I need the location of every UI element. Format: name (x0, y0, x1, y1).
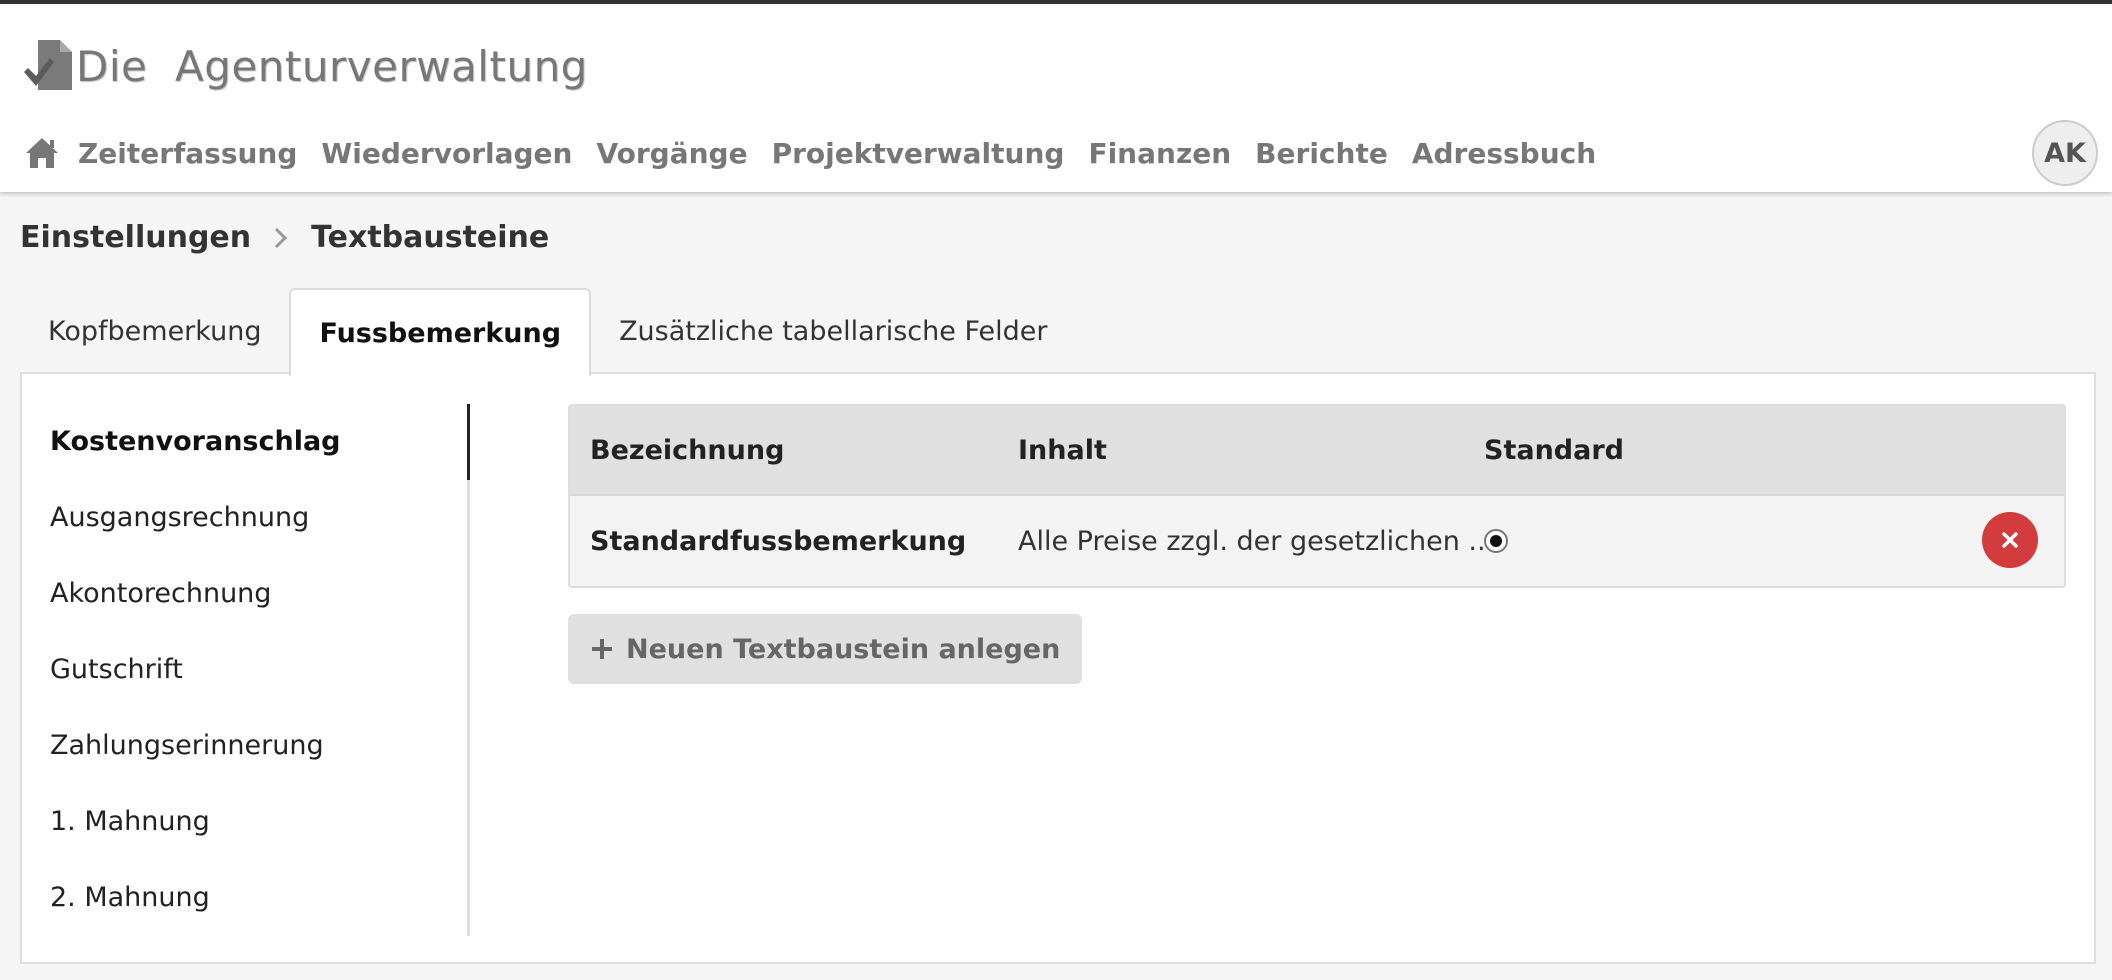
delete-button[interactable] (1982, 512, 2038, 568)
subnav-item-kostenvoranschlag[interactable]: Kostenvoranschlag (22, 404, 470, 480)
add-button-label: Neuen Textbaustein anlegen (626, 633, 1061, 665)
tab-bar: Kopfbemerkung Fussbemerkung Zusätzliche … (20, 288, 1075, 376)
cell-bezeichnung: Standardfussbemerkung (590, 525, 967, 557)
close-icon (2002, 532, 2018, 548)
top-bar: Die Agenturverwaltung Zeiterfassung Wied… (0, 0, 2112, 192)
add-textbaustein-button[interactable]: Neuen Textbaustein anlegen (568, 614, 1083, 684)
nav-item-berichte[interactable]: Berichte (1255, 137, 1388, 170)
cell-standard (1484, 529, 1784, 553)
home-icon[interactable] (24, 136, 60, 170)
nav-item-vorgaenge[interactable]: Vorgänge (596, 137, 747, 170)
subnav-item-zahlungserinnerung[interactable]: Zahlungserinnerung (22, 708, 467, 784)
nav-item-projektverwaltung[interactable]: Projektverwaltung (772, 137, 1065, 170)
column-header-inhalt: Inhalt (1018, 434, 1107, 466)
subnav-item-1-mahnung[interactable]: 1. Mahnung (22, 784, 467, 860)
main-nav: Zeiterfassung Wiedervorlagen Vorgänge Pr… (24, 130, 1620, 176)
nav-item-finanzen[interactable]: Finanzen (1088, 137, 1231, 170)
app-title: Die Agenturverwaltung (76, 41, 588, 91)
subnav-item-akontorechnung[interactable]: Akontorechnung (22, 556, 467, 632)
table-header: Bezeichnung Inhalt Standard (570, 406, 2064, 494)
document-type-nav: Kostenvoranschlag Ausgangsrechnung Akont… (22, 404, 470, 936)
tab-fussbemerkung[interactable]: Fussbemerkung (289, 288, 592, 376)
breadcrumb: Einstellungen Textbausteine (20, 220, 549, 255)
breadcrumb-einstellungen[interactable]: Einstellungen (20, 220, 251, 255)
breadcrumb-current: Textbausteine (311, 220, 550, 255)
user-avatar[interactable]: AK (2032, 120, 2098, 186)
plus-icon (592, 639, 612, 659)
app-logo[interactable]: Die Agenturverwaltung (24, 34, 588, 98)
document-logo-icon (24, 40, 72, 90)
column-header-standard: Standard (1484, 434, 1624, 466)
column-header-bezeichnung: Bezeichnung (590, 434, 785, 466)
tab-kopfbemerkung[interactable]: Kopfbemerkung (20, 288, 289, 374)
nav-item-adressbuch[interactable]: Adressbuch (1412, 137, 1596, 170)
nav-item-wiedervorlagen[interactable]: Wiedervorlagen (321, 137, 572, 170)
chevron-right-icon (275, 227, 288, 248)
table-row[interactable]: Standardfussbemerkung Alle Preise zzgl. … (570, 494, 2064, 586)
standard-radio[interactable] (1484, 529, 1508, 553)
content-panel: Kostenvoranschlag Ausgangsrechnung Akont… (20, 372, 2096, 964)
radio-selected-dot (1490, 535, 1502, 547)
subnav-item-ausgangsrechnung[interactable]: Ausgangsrechnung (22, 480, 467, 556)
subnav-item-gutschrift[interactable]: Gutschrift (22, 632, 467, 708)
tab-zusaetzliche-felder[interactable]: Zusätzliche tabellarische Felder (591, 288, 1075, 374)
textbausteine-table: Bezeichnung Inhalt Standard Standardfuss… (568, 404, 2066, 588)
cell-inhalt: Alle Preise zzgl. der gesetzlichen ... (1018, 525, 1484, 557)
subnav-item-2-mahnung[interactable]: 2. Mahnung (22, 860, 467, 936)
nav-item-zeiterfassung[interactable]: Zeiterfassung (78, 137, 297, 170)
